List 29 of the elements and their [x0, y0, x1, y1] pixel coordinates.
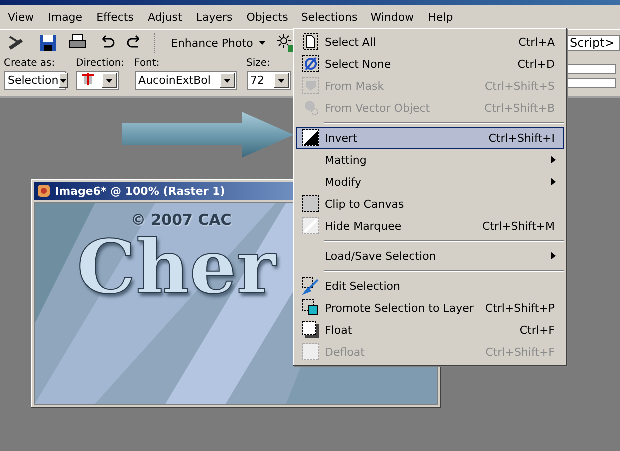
menu-title[interactable]: Objects	[240, 6, 294, 28]
menu-title[interactable]: Window	[364, 6, 420, 28]
menu-item[interactable]: Clip to Canvas	[296, 193, 564, 215]
font-dropdown[interactable]: AucoinExtBol	[134, 71, 237, 90]
size-dropdown[interactable]: 72	[246, 71, 291, 90]
menu-item[interactable]: Modify	[296, 171, 564, 193]
menu-item[interactable]: Select All Ctrl+A	[296, 31, 564, 53]
field-label: Create as:	[4, 58, 56, 69]
create-as-dropdown[interactable]: Selection	[4, 71, 66, 90]
field-label: Direction:	[76, 58, 125, 69]
script-field[interactable]: Script>	[565, 35, 620, 51]
field-label: Size:	[246, 58, 272, 69]
window-title: Image6* @ 100% (Raster 1)	[55, 184, 226, 198]
menu-item[interactable]: Hide Marquee Ctrl+Shift+M	[296, 215, 564, 237]
menu-item[interactable]: Matting	[296, 149, 564, 171]
menu-item[interactable]: Load/Save Selection	[296, 245, 564, 267]
menu-title[interactable]: Adjust	[142, 6, 188, 28]
menu-item[interactable]: Edit Selection	[296, 275, 564, 297]
menu-title[interactable]: Layers	[190, 6, 239, 28]
menu-item[interactable]: Invert Ctrl+Shift+I	[296, 127, 564, 149]
menu-title[interactable]: Image	[42, 6, 89, 28]
enhance-photo-button[interactable]: Enhance Photo	[167, 34, 270, 52]
field-label: Font:	[134, 58, 161, 69]
menu-title[interactable]: Help	[422, 6, 460, 28]
menu-item[interactable]: Float Ctrl+F	[296, 319, 564, 341]
menu-item[interactable]: Promote Selection to Layer Ctrl+Shift+P	[296, 297, 564, 319]
menu-title[interactable]: View	[2, 6, 40, 28]
menu-title[interactable]: Effects	[90, 6, 140, 28]
menu-item[interactable]: Select None Ctrl+D	[296, 53, 564, 75]
